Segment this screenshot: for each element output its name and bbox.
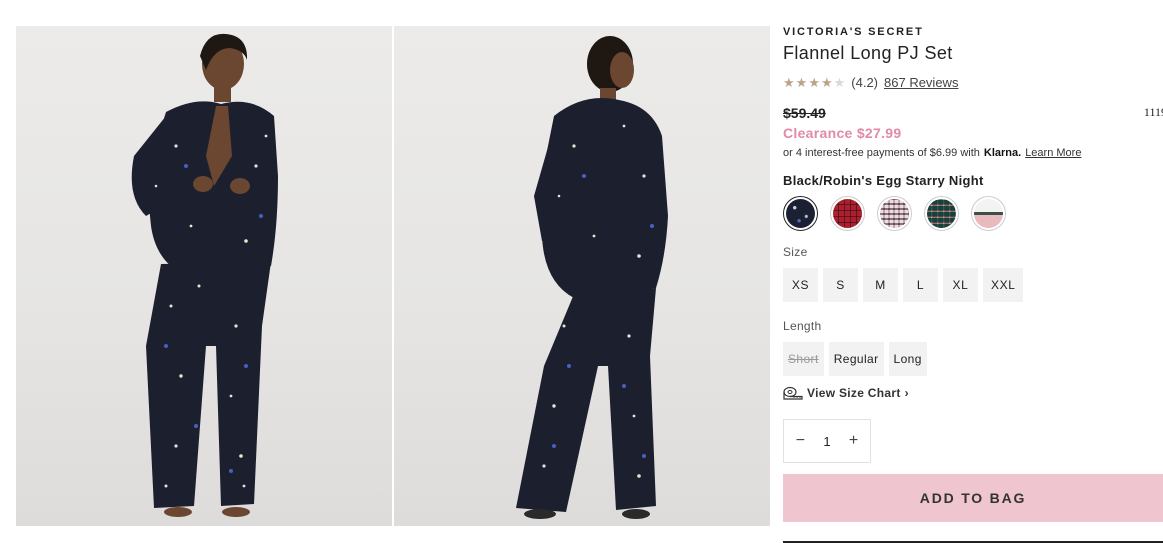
reviews-link[interactable]: 867 Reviews (884, 75, 958, 90)
klarna-logo: Klarna. (983, 147, 1022, 159)
product-image-back[interactable] (394, 26, 770, 526)
star-icon: ★ (808, 75, 820, 90)
quantity-value[interactable]: 1 (823, 434, 830, 449)
star-empty-icon: ★ (833, 75, 846, 90)
product-image-front[interactable] (16, 26, 392, 526)
length-option-short: Short (783, 342, 824, 376)
sale-price: Clearance $27.99 (783, 125, 902, 141)
brand-name: VICTORIA'S SECRET (783, 26, 924, 38)
size-label: Size (783, 245, 808, 259)
color-swatches (783, 196, 1163, 231)
swatch-black-starry-night[interactable] (783, 196, 818, 231)
star-icon: ★ (795, 75, 808, 90)
length-options: Short Regular Long (783, 342, 1163, 376)
add-to-bag-button[interactable]: ADD TO BAG (783, 474, 1163, 522)
size-option-s[interactable]: S (823, 268, 858, 302)
sku-text: 1119 (1143, 105, 1163, 119)
product-title: Flannel Long PJ Set (783, 43, 953, 63)
swatch-red-plaid[interactable] (830, 196, 865, 231)
size-chart-label: View Size Chart (807, 386, 901, 400)
size-option-xxl[interactable]: XXL (983, 268, 1024, 302)
quantity-increase-button[interactable]: + (844, 432, 864, 450)
chevron-right-icon: › (904, 386, 909, 400)
installments-info: or 4 interest-free payments of $6.99 wit… (783, 147, 1163, 159)
length-label: Length (783, 319, 822, 333)
learn-more-link[interactable]: Learn More (1025, 147, 1081, 159)
size-option-m[interactable]: M (863, 268, 898, 302)
quantity-stepper: − 1 + (783, 419, 871, 463)
star-rating: ★ ★ ★ ★ ★ (783, 76, 845, 89)
size-options: XS S M L XL XXL (783, 268, 1163, 302)
measuring-tape-icon (783, 386, 803, 400)
star-icon: ★ (820, 75, 833, 90)
star-icon: ★ (783, 75, 795, 90)
swatch-green-plaid[interactable] (924, 196, 959, 231)
size-option-l[interactable]: L (903, 268, 938, 302)
quantity-decrease-button[interactable]: − (790, 432, 810, 450)
original-price: $59.49 (783, 105, 826, 121)
length-option-regular[interactable]: Regular (828, 342, 884, 376)
installments-text: or 4 interest-free payments of $6.99 wit… (783, 147, 980, 159)
rating-row: ★ ★ ★ ★ ★ (4.2) 867 Reviews (783, 75, 1163, 90)
selected-color-label: Black/Robin's Egg Starry Night (783, 173, 984, 188)
size-chart-link[interactable]: View Size Chart › (783, 386, 1163, 400)
size-option-xl[interactable]: XL (943, 268, 978, 302)
length-option-long[interactable]: Long (888, 342, 927, 376)
product-gallery (16, 26, 771, 526)
price-row: $59.49 1119 (783, 105, 1163, 121)
size-option-xs[interactable]: XS (783, 268, 818, 302)
swatch-white-stripe[interactable] (971, 196, 1006, 231)
product-info: VICTORIA'S SECRET Flannel Long PJ Set ★ … (783, 26, 1163, 522)
rating-value: (4.2) (851, 75, 879, 90)
swatch-pink-plaid[interactable] (877, 196, 912, 231)
